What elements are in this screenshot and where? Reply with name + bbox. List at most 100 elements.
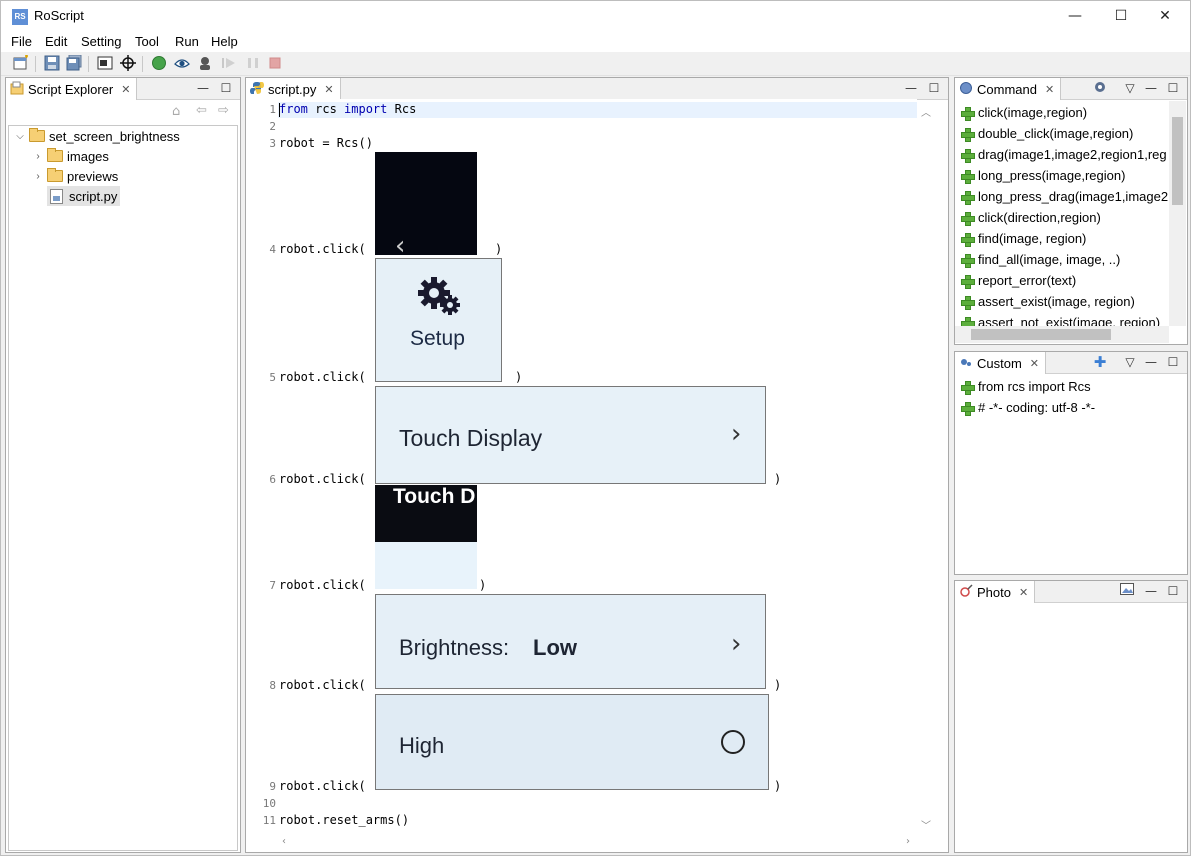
minimize-view-icon[interactable]: —: [904, 80, 918, 96]
close-icon[interactable]: ✕: [1045, 83, 1054, 96]
close-icon[interactable]: ✕: [1030, 357, 1039, 370]
setup-label: Setup: [410, 327, 465, 350]
code-line-5-close: ): [515, 370, 523, 384]
maximize-view-icon[interactable]: ☐: [927, 80, 941, 96]
scrollbar-thumb[interactable]: [971, 329, 1111, 340]
add-command-icon[interactable]: ✚: [1093, 354, 1107, 370]
image-touch-display[interactable]: Touch Display ›: [375, 386, 766, 484]
line-number: 6: [269, 473, 276, 486]
command-tab-icon: [959, 81, 973, 98]
minimize-view-icon[interactable]: —: [196, 80, 210, 96]
command-label: assert_exist(image, region): [978, 294, 1135, 309]
record-icon[interactable]: [150, 55, 168, 73]
close-button[interactable]: ✕: [1142, 1, 1188, 32]
chevron-down-icon[interactable]: ⌵: [15, 131, 25, 142]
menu-help[interactable]: Help: [211, 34, 238, 49]
crosshair-icon[interactable]: [119, 55, 137, 73]
menu-setting[interactable]: Setting: [81, 34, 121, 49]
code-editor[interactable]: 1 2 3 4 5 6 7 8 9 10 11 from rcs import …: [259, 99, 917, 834]
scroll-right-icon[interactable]: ›: [906, 836, 910, 847]
maximize-view-icon[interactable]: ☐: [1166, 583, 1180, 599]
command-label: drag(image1,image2,region1,reg: [978, 147, 1167, 162]
minimize-button[interactable]: —: [1052, 1, 1098, 32]
menu-tool[interactable]: Tool: [135, 34, 159, 49]
save-icon[interactable]: [43, 55, 61, 73]
code-line-7: robot.click(: [279, 578, 366, 592]
brightness-value: Low: [533, 635, 577, 660]
minimize-view-icon[interactable]: —: [1144, 583, 1158, 599]
image-back-button[interactable]: ‹: [375, 152, 477, 255]
close-icon[interactable]: ✕: [1019, 586, 1028, 599]
command-item[interactable]: double_click(image,region): [961, 123, 1133, 144]
settings-gear-icon[interactable]: [1093, 80, 1107, 96]
chevron-right-icon[interactable]: ›: [33, 171, 43, 182]
tree-item-selected: script.py: [47, 186, 121, 206]
command-item[interactable]: find_all(image, image, ..): [961, 249, 1120, 270]
command-item[interactable]: click(direction,region): [961, 207, 1101, 228]
image-touch-d[interactable]: Touch D: [375, 485, 477, 589]
maximize-view-icon[interactable]: ☐: [219, 80, 233, 96]
eye-icon[interactable]: [173, 55, 191, 73]
add-icon: [961, 316, 975, 326]
scroll-up-icon[interactable]: ︿: [921, 104, 931, 119]
code-line-4-close: ): [495, 242, 503, 256]
custom-item[interactable]: from rcs import Rcs: [961, 376, 1091, 397]
save-all-icon[interactable]: [65, 54, 83, 73]
minimize-view-icon[interactable]: —: [1144, 354, 1158, 370]
view-menu-icon[interactable]: ▽: [1123, 354, 1137, 370]
tab-custom[interactable]: Custom ✕: [955, 352, 1047, 374]
command-item[interactable]: assert_not_exist(image, region): [961, 312, 1160, 326]
tab-command[interactable]: Command ✕: [955, 78, 1062, 100]
maximize-view-icon[interactable]: ☐: [1166, 354, 1180, 370]
menu-file[interactable]: File: [11, 34, 32, 49]
back-chevron-icon: ‹: [395, 231, 406, 255]
vertical-scrollbar[interactable]: [1169, 101, 1186, 326]
new-script-icon[interactable]: [12, 55, 30, 73]
image-setup[interactable]: Setup: [375, 258, 502, 382]
maximize-view-icon[interactable]: ☐: [1166, 80, 1180, 96]
maximize-button[interactable]: ☐: [1098, 1, 1144, 32]
back-arrow-icon[interactable]: ⇦: [196, 103, 207, 118]
scroll-left-icon[interactable]: ‹: [282, 836, 286, 847]
tab-script-py[interactable]: script.py ✕: [246, 78, 341, 100]
add-icon: [961, 401, 975, 416]
close-icon[interactable]: ✕: [121, 83, 130, 96]
forward-arrow-icon[interactable]: ⇨: [218, 103, 229, 118]
robot-icon[interactable]: [196, 55, 214, 73]
image-high[interactable]: High: [375, 694, 769, 790]
command-item[interactable]: find(image, region): [961, 228, 1086, 249]
command-item[interactable]: long_press_drag(image1,image2: [961, 186, 1168, 207]
home-icon[interactable]: ⌂: [172, 104, 180, 119]
command-item[interactable]: long_press(image,region): [961, 165, 1125, 186]
scroll-down-icon[interactable]: ﹀: [921, 817, 931, 832]
view-menu-icon[interactable]: ▽: [1123, 80, 1137, 96]
chevron-right-icon[interactable]: ›: [33, 151, 43, 162]
explorer-tab-icon: [10, 81, 24, 98]
custom-item[interactable]: # -*- coding: utf-8 -*-: [961, 397, 1095, 418]
command-item[interactable]: report_error(text): [961, 270, 1076, 291]
menu-run[interactable]: Run: [175, 34, 199, 49]
image-icon[interactable]: [1120, 583, 1134, 599]
tree-item-images[interactable]: › images: [33, 146, 109, 166]
menu-edit[interactable]: Edit: [45, 34, 67, 49]
tab-photo[interactable]: Photo ✕: [955, 581, 1036, 603]
custom-label: # -*- coding: utf-8 -*-: [978, 400, 1096, 415]
text-cursor: [279, 103, 280, 117]
tree-root-label: set_screen_brightness: [49, 128, 180, 144]
command-item[interactable]: assert_exist(image, region): [961, 291, 1135, 312]
scrollbar-thumb[interactable]: [1172, 117, 1183, 205]
toolbar: [1, 52, 1190, 76]
screenshot-icon[interactable]: [96, 55, 114, 73]
tab-script-explorer[interactable]: Script Explorer ✕: [6, 78, 138, 100]
horizontal-scrollbar[interactable]: [955, 326, 1169, 343]
close-icon[interactable]: ✕: [324, 83, 333, 96]
tree-item-previews[interactable]: › previews: [33, 166, 118, 186]
command-item[interactable]: click(image,region): [961, 102, 1087, 123]
custom-header: Custom ✕ ✚ ▽ — ☐: [955, 352, 1187, 374]
code-line-6-close: ): [774, 472, 782, 486]
command-item[interactable]: drag(image1,image2,region1,reg: [961, 144, 1167, 165]
tree-item-script[interactable]: script.py: [47, 186, 121, 206]
minimize-view-icon[interactable]: —: [1144, 80, 1158, 96]
image-brightness[interactable]: Brightness: Low ›: [375, 594, 766, 689]
tree-root[interactable]: ⌵ set_screen_brightness: [15, 126, 180, 146]
